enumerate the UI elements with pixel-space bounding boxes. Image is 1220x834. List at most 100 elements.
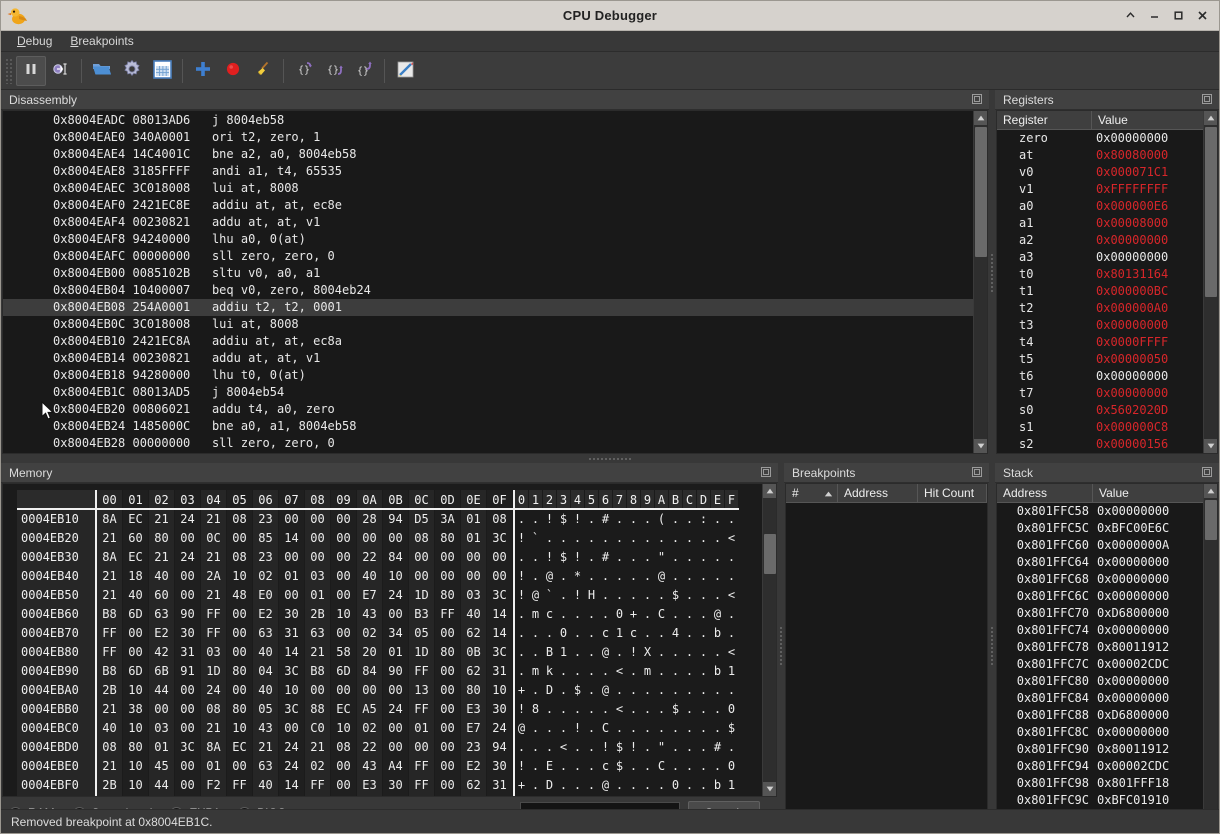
memory-byte-cell[interactable]: 3A bbox=[435, 510, 461, 529]
memory-byte-cell[interactable]: 24 bbox=[487, 719, 513, 738]
disassembly-line[interactable]: 0x8004EB1C 08013AD5 j 8004eb54 bbox=[3, 384, 987, 401]
memory-byte-cell[interactable]: 18 bbox=[227, 795, 253, 796]
menu-breakpoints[interactable]: Breakpoints bbox=[62, 32, 141, 50]
memory-byte-cell[interactable]: 18 bbox=[123, 567, 149, 586]
memory-byte-cell[interactable]: 00 bbox=[175, 681, 201, 700]
register-row[interactable]: v0 0x000071C1 bbox=[997, 164, 1217, 181]
memory-byte-cell[interactable]: 31 bbox=[487, 776, 513, 795]
memory-byte-cell[interactable]: 21 bbox=[201, 586, 227, 605]
memory-byte-cell[interactable]: 13 bbox=[409, 681, 435, 700]
memory-byte-cell[interactable]: 3C bbox=[175, 738, 201, 757]
memory-byte-cell[interactable]: 00 bbox=[383, 605, 409, 624]
memory-byte-cell[interactable]: B3 bbox=[409, 605, 435, 624]
memory-byte-cell[interactable]: EC bbox=[331, 700, 357, 719]
memory-byte-cell[interactable]: 10 bbox=[123, 776, 149, 795]
memory-byte-cell[interactable]: 00 bbox=[487, 548, 513, 567]
memory-row[interactable]: 0004EB60 B8 6D 63 90 FF 00 E2 30 2B 10 43 00 B3 FF 40 14… bbox=[17, 605, 739, 624]
memory-byte-cell[interactable]: 00 bbox=[331, 510, 357, 529]
memory-byte-cell[interactable]: 23 bbox=[461, 738, 487, 757]
memory-byte-cell[interactable]: 00 bbox=[305, 548, 331, 567]
memory-byte-cell[interactable]: 00 bbox=[461, 548, 487, 567]
memory-col-header[interactable]: 0F bbox=[487, 490, 513, 508]
memory-search-button[interactable]: Search bbox=[687, 801, 760, 809]
memory-byte-cell[interactable]: F2 bbox=[201, 776, 227, 795]
register-row[interactable]: t1 0x000000BC bbox=[997, 283, 1217, 300]
memory-byte-cell[interactable]: 44 bbox=[149, 776, 175, 795]
memory-byte-cell[interactable]: 05 bbox=[253, 700, 279, 719]
memory-byte-cell[interactable]: 00 bbox=[383, 529, 409, 548]
memory-byte-cell[interactable]: 21 bbox=[305, 643, 331, 662]
disassembly-line[interactable]: 0x8004EAFC 00000000 sll zero, zero, 0 bbox=[3, 248, 987, 265]
memory-byte-cell[interactable]: 40 bbox=[253, 643, 279, 662]
memory-byte-cell[interactable]: 8A bbox=[97, 510, 123, 529]
memory-byte-cell[interactable]: 40 bbox=[123, 586, 149, 605]
memory-byte-cell[interactable]: 01 bbox=[461, 510, 487, 529]
memory-byte-cell[interactable]: FF bbox=[201, 624, 227, 643]
float-icon[interactable] bbox=[1201, 466, 1215, 480]
memory-byte-cell[interactable]: 23 bbox=[253, 510, 279, 529]
memory-byte-cell[interactable]: 21 bbox=[201, 719, 227, 738]
memory-byte-cell[interactable]: 60 bbox=[123, 529, 149, 548]
memory-byte-cell[interactable]: 00 bbox=[279, 548, 305, 567]
maximize-button[interactable] bbox=[1167, 5, 1189, 27]
memory-byte-cell[interactable]: 60 bbox=[149, 586, 175, 605]
memory-byte-cell[interactable]: 00 bbox=[227, 529, 253, 548]
edit-button[interactable] bbox=[390, 56, 420, 86]
memory-byte-cell[interactable]: 6B bbox=[149, 662, 175, 681]
memory-byte-cell[interactable]: E7 bbox=[461, 719, 487, 738]
memory-byte-cell[interactable]: 00 bbox=[331, 548, 357, 567]
memory-byte-cell[interactable]: 00 bbox=[383, 719, 409, 738]
memory-byte-cell[interactable]: 40 bbox=[357, 567, 383, 586]
stack-col-address[interactable]: Address bbox=[997, 484, 1093, 503]
memory-byte-cell[interactable]: E0 bbox=[253, 586, 279, 605]
disassembly-line[interactable]: 0x8004EB0C 3C018008 lui at, 8008 bbox=[3, 316, 987, 333]
memory-byte-cell[interactable]: 08 bbox=[409, 529, 435, 548]
memory-byte-cell[interactable]: 10 bbox=[227, 567, 253, 586]
memory-byte-cell[interactable]: 00 bbox=[331, 529, 357, 548]
scroll-thumb[interactable] bbox=[764, 534, 776, 574]
memory-byte-cell[interactable]: 30 bbox=[487, 757, 513, 776]
disassembly-line[interactable]: 0x8004EAE4 14C4001C bne a2, a0, 8004eb58 bbox=[3, 146, 987, 163]
memory-byte-cell[interactable]: 21 bbox=[149, 548, 175, 567]
memory-byte-cell[interactable]: EC bbox=[123, 548, 149, 567]
memory-byte-cell[interactable]: 10 bbox=[279, 681, 305, 700]
memory-byte-cell[interactable]: 2B bbox=[97, 681, 123, 700]
memory-byte-cell[interactable]: 31 bbox=[279, 624, 305, 643]
register-row[interactable]: t0 0x80131164 bbox=[997, 266, 1217, 283]
memory-byte-cell[interactable]: 62 bbox=[461, 662, 487, 681]
stack-row[interactable]: 0x801FFC94 0x00002CDC bbox=[997, 758, 1217, 775]
memory-byte-cell[interactable]: 63 bbox=[253, 757, 279, 776]
memory-grid[interactable]: 00 01 02 03 04 05 06 07 08 09 0A 0B 0C 0D 0E 0F 0 1 2 3 4 5 6 7… bbox=[17, 490, 739, 796]
memory-byte-cell[interactable]: 00 bbox=[305, 529, 331, 548]
memory-row[interactable]: 0004EB50 21 40 60 00 21 48 E0 00 01 00 E7 24 1D 80 03 3C… bbox=[17, 586, 739, 605]
memory-row[interactable]: 0004EBC0 40 10 03 00 21 10 43 00 C0 10 02 00 01 00 E7 24… bbox=[17, 719, 739, 738]
memory-byte-cell[interactable]: D5 bbox=[409, 510, 435, 529]
memory-byte-cell[interactable]: 00 bbox=[461, 567, 487, 586]
memory-byte-cell[interactable]: 2B bbox=[97, 776, 123, 795]
memory-col-header[interactable]: 08 bbox=[305, 490, 331, 508]
memory-byte-cell[interactable]: 22 bbox=[357, 548, 383, 567]
memory-scrollbar[interactable] bbox=[762, 484, 776, 796]
memory-byte-cell[interactable]: FF bbox=[435, 605, 461, 624]
memory-byte-cell[interactable]: 00 bbox=[175, 529, 201, 548]
memory-byte-cell[interactable]: 24 bbox=[279, 757, 305, 776]
memory-byte-cell[interactable]: 80 bbox=[227, 700, 253, 719]
memory-byte-cell[interactable]: 02 bbox=[149, 795, 175, 796]
memory-body[interactable]: 00 01 02 03 04 05 06 07 08 09 0A 0B 0C 0D 0E 0F 0 1 2 3 4 5 6 7… bbox=[2, 483, 777, 797]
memory-byte-cell[interactable]: 00 bbox=[227, 643, 253, 662]
memory-byte-cell[interactable]: 10 bbox=[383, 567, 409, 586]
memory-byte-cell[interactable]: 84 bbox=[383, 548, 409, 567]
memory-byte-cell[interactable]: 0B bbox=[461, 643, 487, 662]
memory-col-header[interactable]: 01 bbox=[123, 490, 149, 508]
memory-byte-cell[interactable]: 30 bbox=[175, 624, 201, 643]
memory-byte-cell[interactable]: 80 bbox=[435, 795, 461, 796]
float-icon[interactable] bbox=[971, 466, 985, 480]
memory-byte-cell[interactable]: 18 bbox=[331, 795, 357, 796]
scroll-down-arrow[interactable] bbox=[974, 439, 987, 453]
registers-scrollbar[interactable] bbox=[1203, 111, 1217, 453]
memory-byte-cell[interactable]: 00 bbox=[227, 605, 253, 624]
memory-byte-cell[interactable]: 00 bbox=[331, 586, 357, 605]
float-icon[interactable] bbox=[760, 466, 774, 480]
memory-col-header[interactable]: 03 bbox=[175, 490, 201, 508]
memory-byte-cell[interactable]: EC bbox=[227, 738, 253, 757]
